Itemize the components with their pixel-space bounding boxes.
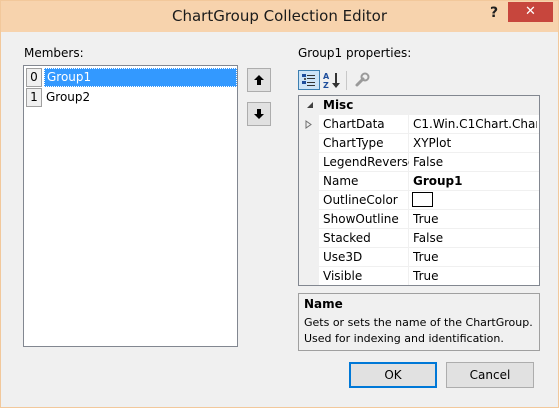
close-button[interactable]: ✕ [508, 2, 553, 22]
collapse-triangle-icon[interactable] [306, 101, 314, 109]
property-value[interactable]: True [413, 248, 537, 266]
title-bar: ChartGroup Collection Editor ? ✕ [1, 1, 558, 32]
dialog-title: ChartGroup Collection Editor [171, 7, 387, 25]
property-name: ChartType [323, 136, 384, 150]
list-item[interactable]: 1 Group2 [26, 88, 237, 107]
property-row-charttype[interactable]: ChartType XYPlot [319, 134, 539, 153]
list-item[interactable]: 0 Group1 [26, 68, 237, 87]
property-grid[interactable]: Misc ChartData C1.Win.C1Chart.ChartD Cha… [298, 95, 540, 286]
description-body: Gets or sets the name of the ChartGroup.… [304, 315, 538, 347]
property-name: OutlineColor [323, 193, 398, 207]
property-value[interactable]: True [413, 267, 537, 285]
members-list[interactable]: 0 Group1 1 Group2 [23, 65, 238, 347]
wrench-icon [355, 72, 370, 87]
property-name: Stacked [323, 231, 371, 245]
help-button[interactable]: ? [483, 1, 505, 25]
move-up-button[interactable] [247, 68, 271, 92]
property-row-showoutline[interactable]: ShowOutline True [319, 210, 539, 229]
category-misc[interactable]: Misc [299, 96, 539, 115]
property-name: LegendReversec [323, 155, 409, 169]
list-item-index: 1 [26, 88, 42, 107]
property-row-visible[interactable]: Visible True [319, 267, 539, 285]
expand-triangle-icon[interactable] [305, 120, 313, 129]
property-name: Use3D [323, 250, 363, 264]
property-value[interactable]: Group1 [413, 172, 537, 190]
property-row-name[interactable]: Name Group1 [319, 172, 539, 191]
category-label: Misc [323, 98, 354, 112]
ok-button[interactable]: OK [349, 362, 437, 388]
list-item-name: Group2 [46, 90, 91, 104]
property-value[interactable]: False [413, 153, 537, 171]
description-line: Gets or sets the name of the ChartGroup. [304, 316, 533, 329]
description-title: Name [304, 297, 343, 311]
svg-text:Z: Z [323, 81, 329, 89]
property-pages-button[interactable] [351, 70, 373, 90]
cancel-button[interactable]: Cancel [446, 362, 534, 388]
move-down-button[interactable] [247, 102, 271, 126]
categorized-icon [302, 74, 315, 86]
properties-label: Group1 properties: [298, 46, 412, 60]
property-row-outlinecolor[interactable]: OutlineColor [319, 191, 539, 210]
categorized-button[interactable] [298, 70, 320, 90]
property-value[interactable]: C1.Win.C1Chart.ChartD [413, 115, 537, 133]
property-row-legendreversed[interactable]: LegendReversec False [319, 153, 539, 172]
list-item-index: 0 [26, 68, 42, 87]
property-row-stacked[interactable]: Stacked False [319, 229, 539, 248]
dialog-window: ChartGroup Collection Editor ? ✕ Members… [0, 0, 559, 408]
property-name: ShowOutline [323, 212, 399, 226]
list-item-name: Group1 [44, 68, 237, 87]
members-label: Members: [24, 46, 84, 60]
description-panel: Name Gets or sets the name of the ChartG… [298, 293, 540, 351]
property-row-use3d[interactable]: Use3D True [319, 248, 539, 267]
property-value[interactable]: XYPlot [413, 134, 537, 152]
color-swatch[interactable] [412, 192, 433, 207]
arrow-down-icon [254, 109, 264, 119]
property-name: Name [323, 174, 359, 188]
alphabetical-button[interactable]: A Z [321, 70, 343, 90]
property-name: Visible [323, 269, 363, 283]
alphabetical-icon: A Z [323, 72, 340, 89]
description-line: Used for indexing and identification. [304, 332, 504, 345]
toolbar-separator [346, 71, 347, 90]
property-row-chartdata[interactable]: ChartData C1.Win.C1Chart.ChartD [305, 115, 539, 134]
svg-text:A: A [323, 72, 330, 81]
property-value[interactable]: False [413, 229, 537, 247]
arrow-up-icon [254, 75, 264, 85]
property-value[interactable]: True [413, 210, 537, 228]
property-name: ChartData [323, 117, 385, 131]
